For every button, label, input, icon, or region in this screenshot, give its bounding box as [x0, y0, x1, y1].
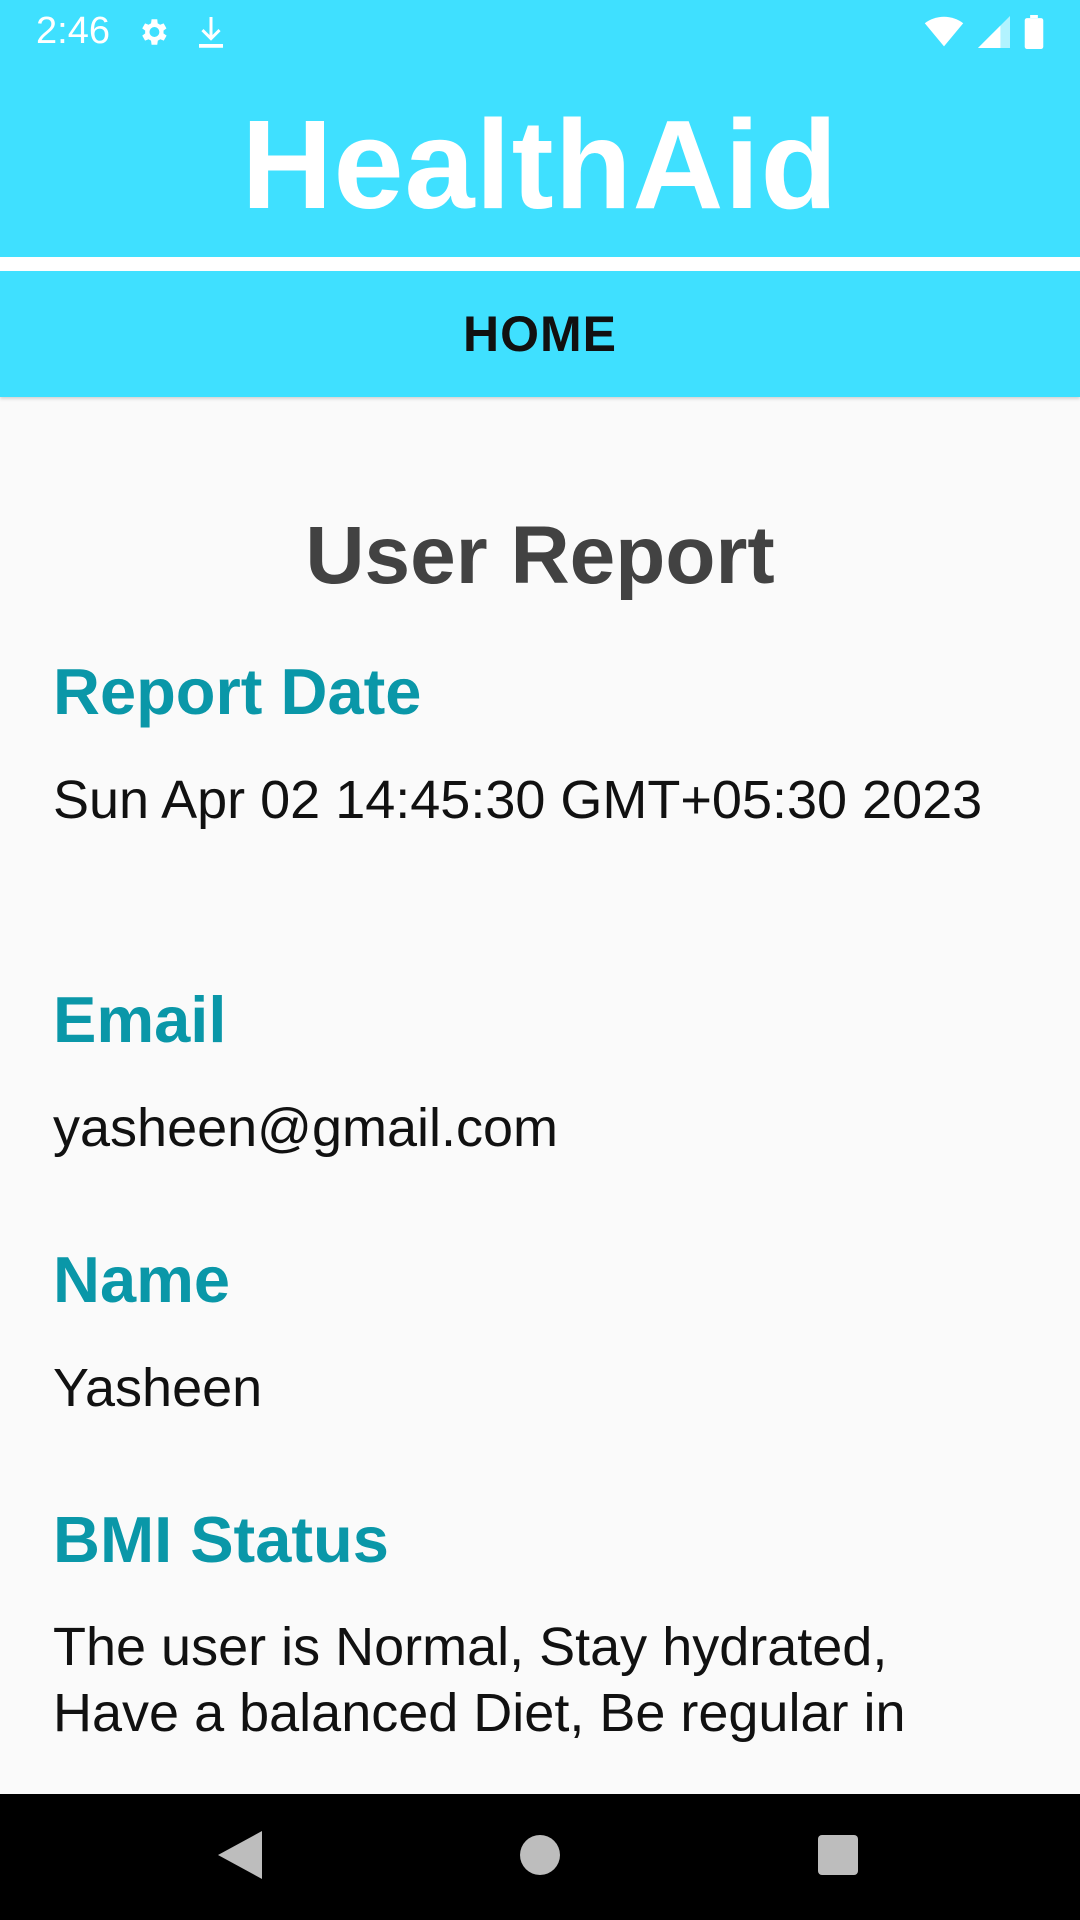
name-label: Name [53, 1243, 231, 1316]
wifi-icon [924, 16, 964, 48]
tab-home[interactable]: HOME [463, 305, 617, 363]
back-button[interactable] [200, 1794, 280, 1920]
home-icon [520, 1834, 560, 1880]
home-button[interactable] [500, 1794, 580, 1920]
app-bar: HealthAid [0, 63, 1080, 257]
page-title: User Report [305, 510, 775, 601]
report-date-label: Report Date [53, 655, 422, 728]
header-divider [0, 257, 1080, 271]
email-value: yasheen@gmail.com [53, 1098, 559, 1158]
screen: 2:46 HealthAid HOME User Report Report D… [0, 0, 1080, 1920]
recents-button[interactable] [798, 1794, 878, 1920]
tab-bar: HOME [0, 271, 1080, 397]
status-bar: 2:46 [0, 0, 1080, 63]
signal-icon [978, 15, 1010, 48]
name-value: Yasheen [53, 1358, 263, 1418]
bmi-status-label: BMI Status [53, 1503, 389, 1576]
app-title: HealthAid [241, 94, 839, 235]
download-icon [196, 14, 226, 50]
recents-icon [818, 1834, 858, 1880]
email-label: Email [53, 983, 227, 1056]
gear-icon [136, 15, 170, 49]
bmi-status-value: The user is Normal, Stay hydrated, Have … [53, 1617, 906, 1743]
battery-icon [1024, 14, 1044, 49]
report-date-value: Sun Apr 02 14:45:30 GMT+05:30 2023 [53, 770, 983, 830]
status-time: 2:46 [36, 10, 110, 52]
navigation-bar [0, 1794, 1080, 1920]
report-content: User Report Report Date Sun Apr 02 14:45… [0, 397, 1080, 1794]
back-icon [218, 1830, 262, 1884]
